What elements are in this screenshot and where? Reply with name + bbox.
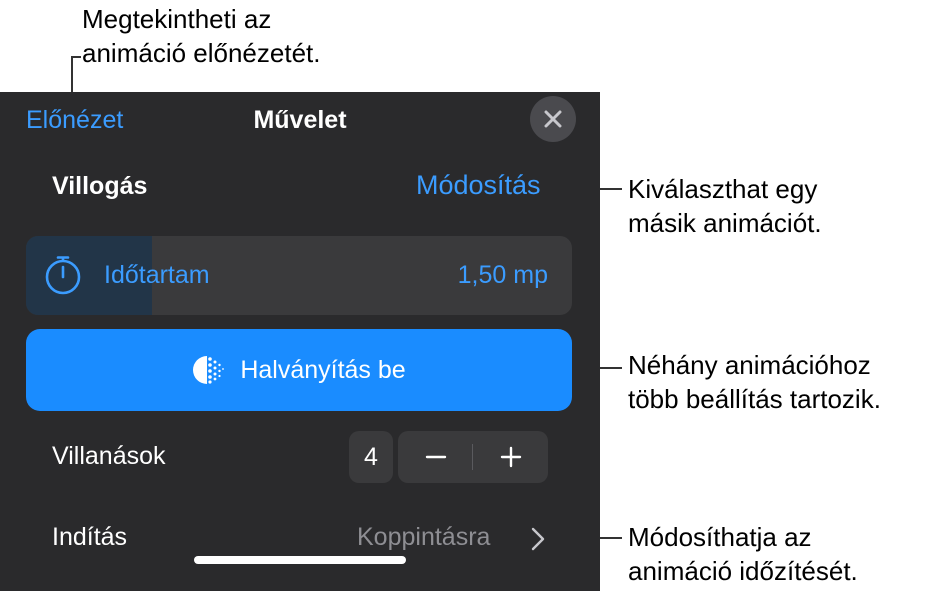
callout-preview-line1: Megtekintheti az [82, 4, 272, 34]
animation-name: Villogás [52, 172, 148, 200]
callout-preview-leader-tick [71, 56, 81, 58]
increment-button[interactable] [473, 431, 548, 483]
chevron-right-icon[interactable] [530, 526, 546, 552]
plus-icon [500, 446, 521, 468]
close-icon [544, 110, 562, 128]
callout-options-line1: Néhány animációhoz [628, 350, 871, 380]
flashes-label: Villanások [52, 442, 166, 470]
duration-value: 1,50 mp [457, 261, 548, 289]
start-label: Indítás [52, 523, 128, 551]
callout-change-line2: másik animációt. [628, 208, 822, 238]
fade-in-label: Halványítás be [240, 355, 406, 384]
fade-in-icon [193, 356, 225, 384]
callout-change-line1: Kiválaszthat egy [628, 174, 818, 204]
action-panel: Előnézet Művelet Villogás Módosítás Időt… [0, 92, 600, 591]
change-animation-button[interactable]: Módosítás [416, 170, 541, 201]
callout-preview-line2: animáció előnézetét. [82, 38, 321, 68]
callout-options-line2: több beállítás tartozik. [628, 384, 881, 414]
minus-icon [425, 455, 446, 459]
home-indicator [194, 556, 406, 564]
flashes-stepper [398, 431, 548, 483]
callout-preview: Megtekintheti az animáció előnézetét. [82, 2, 320, 70]
panel-title: Művelet [253, 106, 347, 134]
close-button[interactable] [530, 96, 576, 142]
fade-in-button[interactable]: Halványítás be [26, 329, 572, 411]
stopwatch-icon [45, 256, 81, 295]
decrement-button[interactable] [398, 431, 473, 483]
callout-timing-line1: Módosíthatja az [628, 522, 812, 552]
duration-label: Időtartam [104, 261, 210, 289]
flashes-count: 4 [349, 431, 393, 483]
start-value[interactable]: Koppintásra [357, 523, 490, 552]
callout-options: Néhány animációhoz több beállítás tartoz… [628, 348, 881, 416]
callout-timing-line2: animáció időzítését. [628, 556, 858, 586]
callout-change: Kiválaszthat egy másik animációt. [628, 172, 822, 240]
duration-slider[interactable]: Időtartam 1,50 mp [26, 236, 572, 315]
callout-timing: Módosíthatja az animáció időzítését. [628, 520, 858, 588]
